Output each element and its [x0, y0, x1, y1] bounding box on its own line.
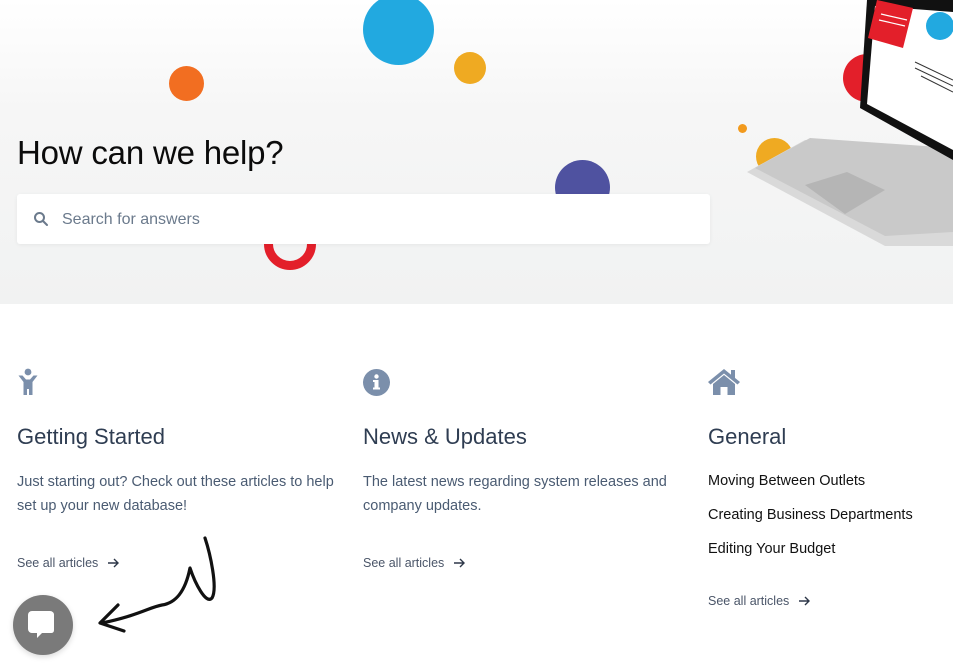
article-link[interactable]: Moving Between Outlets	[708, 473, 913, 490]
hand-drawn-arrow-icon	[98, 536, 216, 633]
article-list: Moving Between Outlets Creating Business…	[708, 473, 913, 575]
see-all-label: See all articles	[17, 556, 99, 570]
chat-widget-button[interactable]	[13, 595, 73, 655]
decorative-yellow-dot	[454, 52, 486, 84]
child-icon	[18, 368, 38, 395]
home-icon	[708, 369, 740, 395]
hero-section: How can we help?	[0, 0, 953, 304]
search-icon	[34, 212, 48, 226]
see-all-articles-link[interactable]: See all articles	[708, 594, 811, 608]
see-all-label: See all articles	[363, 556, 445, 570]
chat-bubble-icon	[28, 611, 54, 638]
decorative-blue-dot	[363, 0, 434, 65]
search-box[interactable]	[17, 194, 710, 246]
search-input[interactable]	[60, 194, 684, 246]
category-description: The latest news regarding system release…	[363, 474, 667, 514]
article-link[interactable]: Editing Your Budget	[708, 541, 913, 558]
article-link[interactable]: Creating Business Departments	[708, 507, 913, 524]
decorative-orange-dot	[169, 66, 204, 101]
category-title: General	[708, 424, 787, 449]
see-all-articles-link[interactable]: See all articles	[363, 556, 466, 570]
category-description: Just starting out? Check out these artic…	[17, 474, 334, 514]
arrow-right-icon	[454, 558, 466, 568]
laptop-illustration	[747, 0, 953, 246]
category-title: News & Updates	[363, 424, 527, 449]
arrow-right-icon	[799, 596, 811, 606]
see-all-label: See all articles	[708, 594, 790, 608]
category-title: Getting Started	[17, 424, 165, 449]
info-circle-icon	[363, 369, 390, 396]
page-title: How can we help?	[17, 134, 284, 171]
